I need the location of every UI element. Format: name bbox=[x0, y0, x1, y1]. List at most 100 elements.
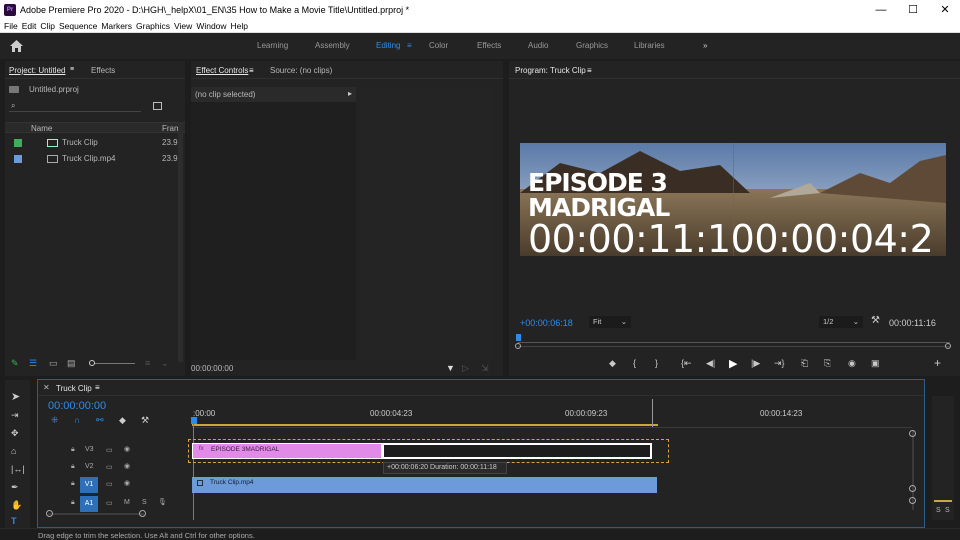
workspace-effects[interactable]: Effects bbox=[477, 41, 501, 50]
lock-icon[interactable]: 🔒︎ bbox=[71, 446, 75, 454]
timeline-playhead-handle[interactable] bbox=[191, 417, 197, 424]
track-select-tool-icon[interactable]: ⇥ bbox=[11, 410, 19, 420]
zoom-slider-handle[interactable] bbox=[89, 360, 95, 366]
menu-markers[interactable]: Markers bbox=[101, 20, 132, 32]
ripple-edit-tool-icon[interactable]: ✥ bbox=[11, 428, 19, 438]
track-label[interactable]: V1 bbox=[80, 477, 98, 493]
hand-tool-icon[interactable]: ✋ bbox=[11, 500, 22, 510]
clip-selector[interactable]: (no clip selected) ▸ bbox=[191, 87, 356, 102]
pen-tool-icon[interactable]: ✒ bbox=[11, 482, 19, 492]
linked-selection-icon[interactable]: ⚯ bbox=[96, 415, 104, 425]
label-color-swatch[interactable] bbox=[14, 139, 22, 147]
snap-magnet-icon[interactable]: ∩ bbox=[74, 415, 80, 425]
effect-controls-timecode[interactable]: 00:00:00:00 bbox=[191, 364, 233, 373]
export-icon[interactable]: ⇲ bbox=[481, 363, 489, 373]
mark-in-icon[interactable]: { bbox=[633, 358, 636, 368]
zoom-slider[interactable] bbox=[89, 363, 135, 364]
close-button[interactable]: ✕ bbox=[930, 2, 960, 18]
zoom-handle-left[interactable] bbox=[46, 510, 53, 517]
comparison-view-icon[interactable]: ▣ bbox=[871, 358, 880, 369]
lift-icon[interactable]: ⎗ bbox=[801, 358, 808, 369]
workspace-libraries[interactable]: Libraries bbox=[634, 41, 665, 50]
title-clip-extension[interactable] bbox=[382, 443, 652, 459]
zoom-handle-right[interactable] bbox=[945, 343, 951, 349]
timeline-zoom-scrollbar[interactable] bbox=[48, 513, 144, 515]
minimize-button[interactable]: — bbox=[866, 2, 896, 18]
list-item[interactable]: Truck Clip.mp4 23.9 bbox=[5, 153, 185, 167]
program-video-frame[interactable]: EPISODE 3 MADRIGAL 00:00:11:100:00:04:2 bbox=[520, 143, 946, 256]
track-label[interactable]: V3 bbox=[85, 446, 94, 453]
video-clip[interactable]: Truck Clip.mp4 bbox=[192, 477, 657, 493]
track-label[interactable]: V2 bbox=[85, 463, 94, 470]
project-search-input[interactable]: ⌕ bbox=[9, 101, 141, 112]
vscroll-handle-mid[interactable] bbox=[909, 485, 916, 492]
workspace-menu-icon[interactable]: ≡ bbox=[407, 41, 412, 50]
program-zoom-bar[interactable] bbox=[518, 346, 950, 347]
razor-tool-icon[interactable]: ⌂ bbox=[11, 446, 16, 456]
tab-effect-controls[interactable]: Effect Controls bbox=[196, 66, 248, 75]
selection-tool-icon[interactable]: ➤ bbox=[11, 392, 20, 403]
workspace-audio[interactable]: Audio bbox=[528, 41, 548, 50]
eye-icon[interactable]: ◉ bbox=[124, 462, 130, 470]
workspace-assembly[interactable]: Assembly bbox=[315, 41, 350, 50]
vscroll-handle-bottom[interactable] bbox=[909, 497, 916, 504]
play-audio-icon[interactable]: ▷ bbox=[462, 363, 469, 373]
wrench-icon[interactable]: ⚒ bbox=[871, 316, 880, 326]
step-forward-icon[interactable]: |▶ bbox=[751, 358, 760, 369]
track-label[interactable]: A1 bbox=[80, 496, 98, 512]
mute-button[interactable]: M bbox=[124, 499, 130, 506]
fit-dropdown[interactable]: Fit ⌄ bbox=[589, 316, 631, 328]
tab-project[interactable]: Project: Untitled bbox=[9, 66, 65, 75]
eye-icon[interactable]: ◉ bbox=[124, 479, 130, 487]
panel-menu-icon[interactable]: ≡ bbox=[95, 383, 100, 392]
add-marker-icon[interactable]: ◆ bbox=[119, 415, 126, 425]
solo-button[interactable]: S bbox=[142, 499, 147, 506]
workspace-color[interactable]: Color bbox=[429, 41, 448, 50]
more-workspaces-icon[interactable]: » bbox=[703, 41, 707, 50]
lock-icon[interactable]: 🔒︎ bbox=[71, 463, 75, 471]
list-item[interactable]: Truck Clip 23.9 bbox=[5, 137, 185, 151]
menu-sequence[interactable]: Sequence bbox=[59, 20, 97, 32]
pencil-icon[interactable]: ✎ bbox=[11, 358, 19, 368]
menu-graphics[interactable]: Graphics bbox=[136, 20, 170, 32]
meter-solo-left[interactable]: S bbox=[936, 507, 941, 514]
menu-edit[interactable]: Edit bbox=[22, 20, 37, 32]
zoom-handle-left[interactable] bbox=[515, 343, 521, 349]
wrench-icon[interactable]: ⚒ bbox=[141, 415, 149, 425]
workspace-editing[interactable]: Editing bbox=[376, 41, 400, 50]
freeform-view-icon[interactable]: ▤ bbox=[67, 358, 76, 368]
timeline-timecode[interactable]: 00:00:00:00 bbox=[48, 400, 106, 412]
play-icon[interactable]: ▶ bbox=[729, 357, 737, 370]
go-to-in-icon[interactable]: {⇤ bbox=[681, 358, 692, 369]
icon-view-icon[interactable]: ▭ bbox=[49, 358, 58, 368]
close-tab-icon[interactable]: ✕ bbox=[43, 383, 50, 392]
mark-out-icon[interactable]: } bbox=[655, 358, 658, 368]
lock-icon[interactable]: 🔒︎ bbox=[71, 499, 75, 507]
work-area-bar[interactable] bbox=[192, 424, 658, 426]
menu-file[interactable]: File bbox=[4, 20, 18, 32]
panel-menu-icon[interactable]: ≡ bbox=[587, 66, 592, 75]
title-clip[interactable]: fx EPISODE 3MADRIGAL bbox=[192, 443, 382, 459]
eye-icon[interactable]: ◉ bbox=[124, 445, 130, 453]
go-to-out-icon[interactable]: ⇥} bbox=[774, 358, 785, 369]
sync-lock-icon[interactable]: ▭ bbox=[106, 463, 113, 471]
nest-toggle-icon[interactable]: ⁜ bbox=[51, 415, 59, 425]
list-view-icon[interactable]: ☰ bbox=[29, 358, 37, 368]
camera-icon[interactable]: ◉ bbox=[848, 358, 856, 369]
lock-icon[interactable]: 🔒︎ bbox=[71, 480, 75, 488]
panel-menu-icon[interactable]: ≡ bbox=[70, 66, 74, 73]
resolution-dropdown[interactable]: 1/2 ⌄ bbox=[819, 316, 863, 328]
program-time-ruler[interactable] bbox=[518, 337, 950, 343]
tab-source[interactable]: Source: (no clips) bbox=[270, 66, 332, 75]
panel-menu-icon[interactable]: ≡ bbox=[249, 66, 254, 75]
sync-lock-icon[interactable]: ▭ bbox=[106, 446, 113, 454]
microphone-icon[interactable]: 🎙︎ bbox=[158, 498, 167, 506]
timeline-ruler[interactable]: :00:00 00:00:04:23 00:00:09:23 00:00:14:… bbox=[192, 399, 912, 428]
filter-icon[interactable]: ▼ bbox=[446, 363, 455, 373]
sort-icon[interactable]: ≡ bbox=[145, 358, 150, 368]
menu-help[interactable]: Help bbox=[231, 20, 248, 32]
workspace-learning[interactable]: Learning bbox=[257, 41, 288, 50]
type-tool-icon[interactable]: T bbox=[11, 516, 17, 526]
menu-view[interactable]: View bbox=[174, 20, 192, 32]
sync-lock-icon[interactable]: ▭ bbox=[106, 499, 113, 507]
